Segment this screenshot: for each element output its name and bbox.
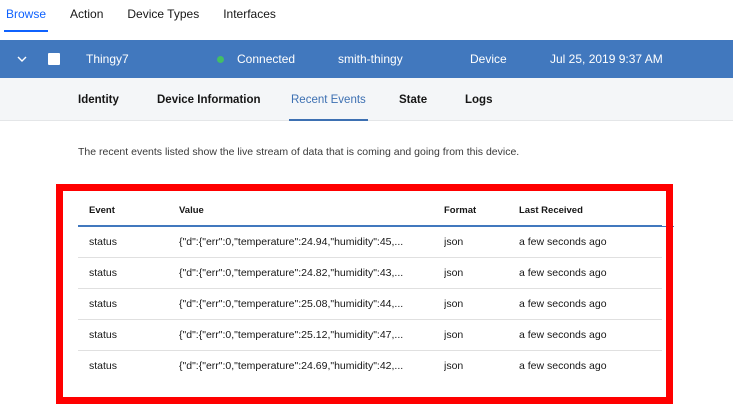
- highlight-box: [56, 184, 673, 404]
- device-name: Thingy7: [86, 52, 129, 66]
- chevron-down-icon[interactable]: [15, 40, 29, 78]
- tab-device-types[interactable]: Device Types: [127, 0, 199, 32]
- device-type-id: smith-thingy: [338, 52, 403, 66]
- recent-events-description: The recent events listed show the live s…: [78, 146, 520, 158]
- top-tab-bar: Browse Action Device Types Interfaces: [0, 0, 733, 40]
- status-dot-icon: [217, 55, 224, 63]
- tab-device-information[interactable]: Device Information: [157, 78, 261, 121]
- device-status: Connected: [217, 40, 295, 78]
- tab-identity[interactable]: Identity: [78, 78, 119, 121]
- tab-browse[interactable]: Browse: [3, 0, 49, 32]
- device-class: Device: [470, 52, 507, 66]
- tab-interfaces[interactable]: Interfaces: [223, 0, 276, 32]
- checkbox-icon: [48, 53, 60, 65]
- tab-logs[interactable]: Logs: [465, 78, 492, 121]
- device-status-label: Connected: [237, 52, 296, 66]
- tab-recent-events[interactable]: Recent Events: [289, 78, 368, 121]
- device-date-added: Jul 25, 2019 9:37 AM: [550, 52, 663, 66]
- device-checkbox[interactable]: [47, 40, 61, 78]
- device-detail-tabs: Identity Device Information Recent Event…: [0, 78, 733, 121]
- tab-action[interactable]: Action: [70, 0, 103, 32]
- device-row[interactable]: Thingy7 Connected smith-thingy Device Ju…: [0, 40, 733, 78]
- tab-state[interactable]: State: [399, 78, 427, 121]
